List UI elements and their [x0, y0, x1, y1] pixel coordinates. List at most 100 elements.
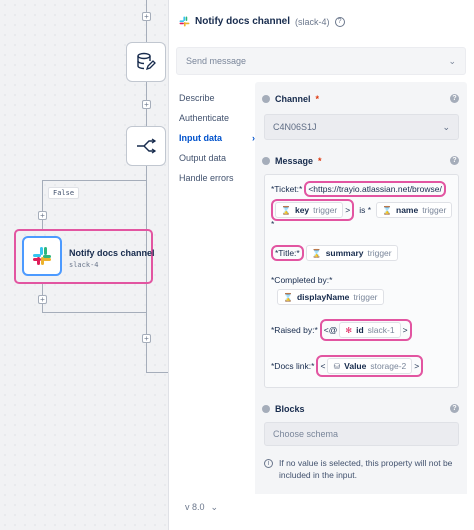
- raised-line: *Raised by:* <@ ✻ id slack-1 >: [271, 319, 412, 341]
- pill-source: trigger: [422, 205, 447, 215]
- slack-node[interactable]: [22, 236, 62, 276]
- title-line: *Title:* ⌛ summary trigger: [271, 245, 398, 261]
- branch-node[interactable]: [126, 126, 166, 166]
- trigger-icon: ⌛: [281, 205, 291, 215]
- id-pill[interactable]: ✻ id slack-1: [339, 322, 401, 338]
- pill-source: trigger: [353, 292, 378, 302]
- blocks-placeholder: Choose schema: [273, 429, 339, 439]
- text-token: *Completed by:*: [271, 275, 333, 285]
- side-nav: Describe Authenticate Input data › Output…: [179, 88, 255, 188]
- add-step-button[interactable]: +: [142, 100, 151, 109]
- pill-source: slack-1: [367, 325, 395, 335]
- nav-label: Handle errors: [179, 173, 234, 183]
- value-pill[interactable]: ⛁ Value storage-2: [327, 358, 413, 374]
- pill-name: id: [356, 325, 364, 335]
- nav-label: Describe: [179, 93, 215, 103]
- add-step-button[interactable]: +: [142, 12, 151, 21]
- ticket-line: *Ticket:* <https://trayio.atlassian.net/…: [271, 181, 446, 197]
- highlighted-raised: <@ ✻ id slack-1 >: [319, 319, 412, 341]
- pill-source: trigger: [367, 248, 392, 258]
- version-select[interactable]: v 8.0 ⌄: [185, 502, 218, 513]
- completed-line: *Completed by:*: [271, 275, 332, 285]
- highlighted-docs: < ⛁ Value storage-2 >: [316, 355, 424, 377]
- info-icon: i: [264, 459, 273, 468]
- text-token: *Docs link:*: [271, 361, 315, 371]
- required-mark: *: [318, 156, 322, 166]
- nav-item-output-data[interactable]: Output data: [179, 148, 255, 168]
- help-icon[interactable]: ?: [334, 16, 345, 27]
- blocks-header: Blocks: [262, 404, 305, 414]
- nav-item-input-data[interactable]: Input data ›: [179, 128, 255, 148]
- pill-name: Value: [344, 361, 367, 371]
- storage-node[interactable]: [126, 42, 166, 82]
- slack-node-subtitle: slack-4: [69, 261, 99, 269]
- text-token: *Ticket:*: [271, 184, 303, 194]
- pill-source: storage-2: [370, 361, 407, 371]
- slack-node-title: Notify docs channel: [69, 248, 155, 258]
- slack-logo-icon: [179, 16, 190, 27]
- channel-field[interactable]: C4N06S1J ⌄: [264, 114, 459, 140]
- add-step-button[interactable]: +: [38, 211, 47, 220]
- trigger-icon: ⌛: [283, 292, 293, 302]
- add-step-button[interactable]: +: [38, 295, 47, 304]
- displayname-line: ⌛ displayName trigger: [277, 289, 384, 305]
- panel-header: Notify docs channel (slack-4) ?: [179, 16, 345, 27]
- highlighted-url: <https://trayio.atlassian.net/browse/: [304, 181, 446, 197]
- ticket-url: <https://trayio.atlassian.net/browse/: [308, 184, 442, 194]
- channel-label: Channel: [275, 94, 311, 104]
- workflow-canvas[interactable]: + + False + Notify docs channel slack-4 …: [0, 0, 168, 530]
- highlighted-title: *Title:*: [271, 245, 304, 261]
- text-token: <@: [323, 325, 338, 335]
- database-edit-icon: [137, 52, 156, 71]
- pill-name: name: [396, 205, 419, 215]
- blocks-schema-select[interactable]: Choose schema: [264, 422, 459, 446]
- message-header: Message *: [262, 156, 322, 166]
- text-token: *: [271, 219, 275, 229]
- docs-line: *Docs link:* < ⛁ Value storage-2 >: [271, 355, 424, 377]
- chevron-down-icon: ⌄: [442, 121, 450, 132]
- nav-label: Authenticate: [179, 113, 230, 123]
- summary-pill[interactable]: ⌛ summary trigger: [305, 245, 398, 261]
- trigger-icon: ⌛: [311, 248, 322, 258]
- operation-select[interactable]: Send message ⌄: [176, 47, 466, 75]
- nav-label: Input data: [179, 133, 222, 143]
- blocks-info: i If no value is selected, this property…: [264, 457, 459, 481]
- false-branch-label: False: [48, 187, 80, 199]
- help-icon[interactable]: ?: [450, 156, 459, 165]
- pill-name: summary: [325, 248, 364, 258]
- storage-icon: ⛁: [333, 361, 341, 371]
- add-step-button[interactable]: +: [142, 334, 151, 343]
- key-line: ⌛ key trigger > is * ⌛ name trigger: [271, 199, 453, 221]
- title-token: *Title:*: [275, 248, 300, 258]
- help-icon[interactable]: ?: [450, 404, 459, 413]
- toggle-dot-icon[interactable]: [262, 157, 270, 165]
- chevron-down-icon: ⌄: [448, 55, 456, 66]
- input-properties: Channel * ? C4N06S1J ⌄ Message * ? *Ticket…: [255, 82, 467, 494]
- blocks-info-text: If no value is selected, this property w…: [279, 458, 453, 480]
- version-label: v 8.0: [185, 502, 205, 512]
- pill-name: displayName: [296, 292, 350, 302]
- help-icon[interactable]: ?: [450, 94, 459, 103]
- name-pill[interactable]: ⌛ name trigger: [376, 202, 453, 218]
- text-token: *Raised by:*: [271, 325, 318, 335]
- displayname-pill[interactable]: ⌛ displayName trigger: [277, 289, 384, 305]
- highlighted-key: ⌛ key trigger >: [271, 199, 355, 221]
- message-editor[interactable]: *Ticket:* <https://trayio.atlassian.net/…: [264, 174, 459, 388]
- star-line: *: [271, 219, 274, 229]
- nav-item-handle-errors[interactable]: Handle errors: [179, 168, 255, 188]
- nav-item-authenticate[interactable]: Authenticate: [179, 108, 255, 128]
- branch-icon: [137, 138, 157, 154]
- key-pill[interactable]: ⌛ key trigger: [275, 202, 344, 218]
- text-token: >: [414, 361, 420, 371]
- trigger-icon: ⌛: [382, 205, 392, 215]
- nav-item-describe[interactable]: Describe: [179, 88, 255, 108]
- toggle-dot-icon[interactable]: [262, 95, 270, 103]
- properties-panel: Notify docs channel (slack-4) ? Send mes…: [168, 0, 474, 530]
- text-token: >: [402, 325, 408, 335]
- channel-header: Channel *: [262, 94, 319, 104]
- text-token: <: [320, 361, 326, 371]
- text-token: is *: [359, 205, 372, 215]
- slack-icon: ✻: [345, 325, 353, 335]
- toggle-dot-icon[interactable]: [262, 405, 270, 413]
- slack-logo-icon: [33, 247, 51, 265]
